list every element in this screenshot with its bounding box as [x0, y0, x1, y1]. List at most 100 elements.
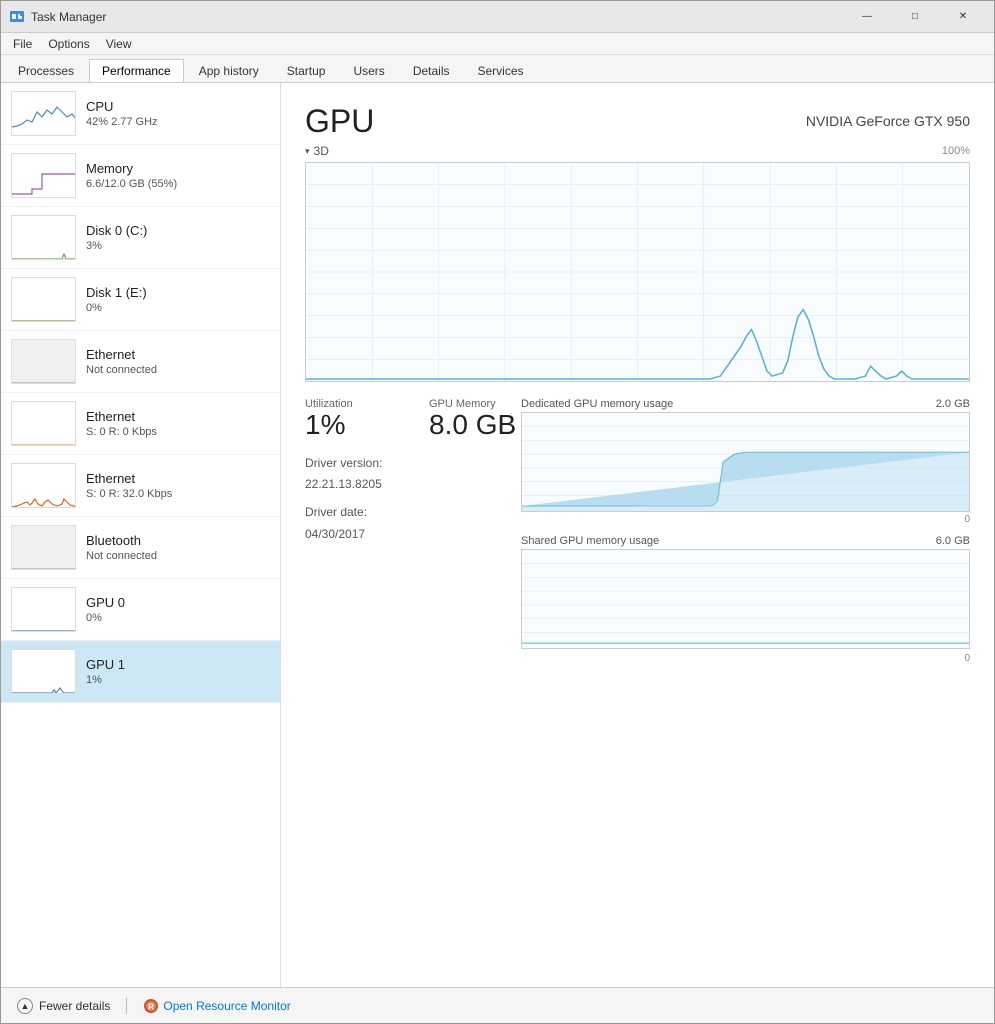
gpu-memory-block: GPU Memory 8.0 GB — [429, 398, 529, 441]
stats-row: Utilization 1% GPU Memory 8.0 GB — [305, 398, 505, 441]
gpu1-value: 1% — [86, 674, 270, 686]
ethernet0-value: Not connected — [86, 364, 270, 376]
shared-label-text: Shared GPU memory usage — [521, 535, 659, 547]
tab-users[interactable]: Users — [340, 59, 397, 82]
gpu0-value: 0% — [86, 612, 270, 624]
sidebar-item-gpu0[interactable]: GPU 0 0% — [1, 579, 280, 641]
menu-view[interactable]: View — [98, 35, 140, 53]
sidebar-item-ethernet2[interactable]: Ethernet S: 0 R: 32.0 Kbps — [1, 455, 280, 517]
sidebar-item-disk0[interactable]: Disk 0 (C:) 3% — [1, 207, 280, 269]
memory-value: 6.6/12.0 GB (55%) — [86, 178, 270, 190]
open-resource-monitor-link[interactable]: R Open Resource Monitor — [143, 998, 290, 1014]
sidebar-item-memory[interactable]: Memory 6.6/12.0 GB (55%) — [1, 145, 280, 207]
bluetooth-name: Bluetooth — [86, 533, 270, 548]
fewer-details-label: Fewer details — [39, 999, 110, 1013]
shared-chart-label: Shared GPU memory usage 6.0 GB — [521, 535, 970, 547]
disk1-value: 0% — [86, 302, 270, 314]
shared-chart-svg — [522, 550, 969, 648]
dedicated-zero-label: 0 — [521, 514, 970, 525]
section-3d-text: 3D — [314, 144, 329, 158]
maximize-button[interactable]: □ — [892, 1, 938, 33]
tab-performance[interactable]: Performance — [89, 59, 184, 82]
percent-max-label: 100% — [942, 145, 970, 157]
memory-thumbnail — [11, 153, 76, 198]
sidebar-item-bluetooth[interactable]: Bluetooth Not connected — [1, 517, 280, 579]
main-panel: GPU NVIDIA GeForce GTX 950 ▾ 3D 100% — [281, 83, 994, 987]
disk0-info: Disk 0 (C:) 3% — [86, 223, 270, 252]
disk0-name: Disk 0 (C:) — [86, 223, 270, 238]
ethernet1-info: Ethernet S: 0 R: 0 Kbps — [86, 409, 270, 438]
gpu1-thumbnail — [11, 649, 76, 694]
tab-details[interactable]: Details — [400, 59, 463, 82]
menu-options[interactable]: Options — [40, 35, 97, 53]
cpu-info: CPU 42% 2.77 GHz — [86, 99, 270, 128]
gpu-main-chart — [305, 162, 970, 382]
titlebar: Task Manager — □ ✕ — [1, 1, 994, 33]
menu-file[interactable]: File — [5, 35, 40, 53]
content-area: CPU 42% 2.77 GHz Memory 6.6/12.0 GB (55%… — [1, 83, 994, 987]
driver-date-label: Driver date: — [305, 502, 505, 524]
menubar: File Options View — [1, 33, 994, 55]
tab-startup[interactable]: Startup — [274, 59, 339, 82]
bluetooth-info: Bluetooth Not connected — [86, 533, 270, 562]
driver-version-label: Driver version: — [305, 453, 505, 475]
shared-chart-wrap: Shared GPU memory usage 6.0 GB — [521, 535, 970, 664]
sidebar-item-gpu1[interactable]: GPU 1 1% — [1, 641, 280, 703]
ethernet2-name: Ethernet — [86, 471, 270, 486]
ethernet2-thumbnail — [11, 463, 76, 508]
footer-divider — [126, 998, 127, 1014]
shared-max-label: 6.0 GB — [936, 535, 970, 547]
chevron-up-icon: ▲ — [17, 998, 33, 1014]
open-monitor-label: Open Resource Monitor — [163, 999, 290, 1013]
bluetooth-thumbnail — [11, 525, 76, 570]
utilization-value: 1% — [305, 410, 405, 441]
footer: ▲ Fewer details R Open Resource Monitor — [1, 987, 994, 1023]
task-manager-window: Task Manager — □ ✕ File Options View Pro… — [0, 0, 995, 1024]
tab-processes[interactable]: Processes — [5, 59, 87, 82]
disk1-name: Disk 1 (E:) — [86, 285, 270, 300]
gpu0-name: GPU 0 — [86, 595, 270, 610]
window-controls: — □ ✕ — [844, 1, 986, 33]
disk0-thumbnail — [11, 215, 76, 260]
ethernet1-value: S: 0 R: 0 Kbps — [86, 426, 270, 438]
dedicated-chart-svg — [522, 413, 969, 511]
svg-text:R: R — [148, 1002, 154, 1011]
minimize-button[interactable]: — — [844, 1, 890, 33]
gpu0-info: GPU 0 0% — [86, 595, 270, 624]
sidebar-item-disk1[interactable]: Disk 1 (E:) 0% — [1, 269, 280, 331]
sidebar: CPU 42% 2.77 GHz Memory 6.6/12.0 GB (55%… — [1, 83, 281, 987]
gpu-header: GPU NVIDIA GeForce GTX 950 — [305, 103, 970, 140]
ethernet0-info: Ethernet Not connected — [86, 347, 270, 376]
disk1-thumbnail — [11, 277, 76, 322]
ethernet1-name: Ethernet — [86, 409, 270, 424]
ethernet1-thumbnail — [11, 401, 76, 446]
tab-services[interactable]: Services — [465, 59, 537, 82]
sidebar-item-ethernet0[interactable]: Ethernet Not connected — [1, 331, 280, 393]
gpu-memory-value: 8.0 GB — [429, 410, 529, 441]
gpu0-thumbnail — [11, 587, 76, 632]
cpu-name: CPU — [86, 99, 270, 114]
ethernet0-name: Ethernet — [86, 347, 270, 362]
section-3d-label: ▾ 3D 100% — [305, 144, 970, 158]
driver-info: Driver version: 22.21.13.8205 Driver dat… — [305, 453, 505, 545]
driver-date-value: 04/30/2017 — [305, 524, 505, 546]
lower-row: Utilization 1% GPU Memory 8.0 GB Driver … — [305, 398, 970, 664]
memory-info: Memory 6.6/12.0 GB (55%) — [86, 161, 270, 190]
cpu-thumbnail — [11, 91, 76, 136]
taskmanager-icon — [9, 9, 25, 25]
dedicated-chart-wrap: Dedicated GPU memory usage 2.0 GB — [521, 398, 970, 525]
sidebar-item-cpu[interactable]: CPU 42% 2.77 GHz — [1, 83, 280, 145]
tab-app-history[interactable]: App history — [186, 59, 272, 82]
driver-version-value: 22.21.13.8205 — [305, 474, 505, 496]
ethernet2-value: S: 0 R: 32.0 Kbps — [86, 488, 270, 500]
dedicated-chart-label: Dedicated GPU memory usage 2.0 GB — [521, 398, 970, 410]
gpu-title: GPU — [305, 103, 374, 140]
lower-stats: Utilization 1% GPU Memory 8.0 GB Driver … — [305, 398, 505, 664]
close-button[interactable]: ✕ — [940, 1, 986, 33]
memory-name: Memory — [86, 161, 270, 176]
cpu-value: 42% 2.77 GHz — [86, 116, 270, 128]
sidebar-item-ethernet1[interactable]: Ethernet S: 0 R: 0 Kbps — [1, 393, 280, 455]
window-title: Task Manager — [31, 10, 844, 24]
fewer-details-button[interactable]: ▲ Fewer details — [17, 998, 110, 1014]
disk0-value: 3% — [86, 240, 270, 252]
